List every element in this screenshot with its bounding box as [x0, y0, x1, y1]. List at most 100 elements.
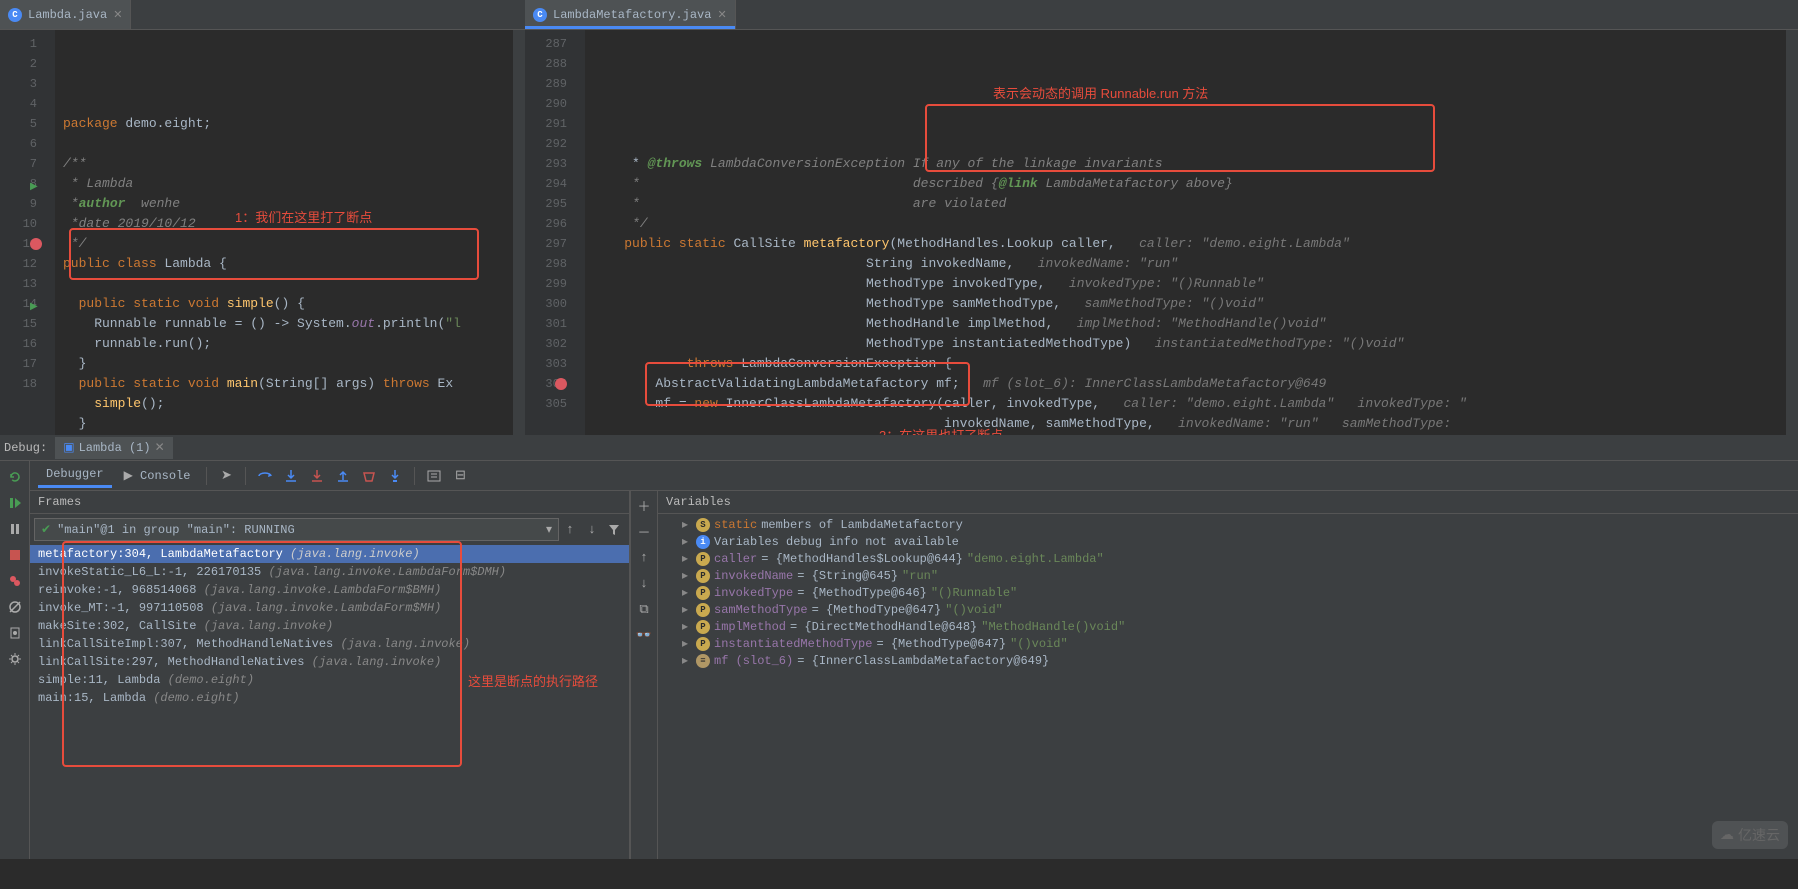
- code-line[interactable]: MethodHandle implMethod, implMethod: "Me…: [585, 314, 1786, 334]
- variable-row[interactable]: ▸S staticmembers of LambdaMetafactory: [662, 516, 1794, 533]
- code-line[interactable]: public static CallSite metafactory(Metho…: [585, 234, 1786, 254]
- mute-breakpoints-button[interactable]: [5, 597, 25, 617]
- close-icon[interactable]: ✕: [113, 8, 122, 22]
- step-out-button[interactable]: [332, 465, 354, 487]
- expand-icon[interactable]: ▸: [682, 653, 692, 668]
- variable-row[interactable]: ▸P caller = {MethodHandles$Lookup@644} "…: [662, 550, 1794, 567]
- code-line[interactable]: MethodType instantiatedMethodType) insta…: [585, 334, 1786, 354]
- code-line[interactable]: simple();: [55, 394, 513, 414]
- stack-frame[interactable]: main:15, Lambda (demo.eight): [30, 689, 629, 707]
- stack-frames-list[interactable]: metafactory:304, LambdaMetafactory (java…: [30, 545, 629, 859]
- stack-frame[interactable]: invokeStatic_L6_L:-1, 226170135 (java.la…: [30, 563, 629, 581]
- expand-icon[interactable]: ▸: [682, 602, 692, 617]
- move-up-button[interactable]: ↑: [634, 547, 654, 567]
- breakpoint-icon[interactable]: [555, 378, 567, 390]
- debugger-tab[interactable]: Debugger: [38, 463, 112, 488]
- console-tab[interactable]: ▶ Console: [116, 464, 199, 487]
- right-minimap[interactable]: [1786, 30, 1798, 435]
- force-step-into-button[interactable]: [306, 465, 328, 487]
- expand-icon[interactable]: ▸: [682, 551, 692, 566]
- code-line[interactable]: }: [55, 434, 513, 435]
- settings-button[interactable]: [5, 649, 25, 669]
- variable-row[interactable]: ▸iVariables debug info not available: [662, 533, 1794, 550]
- thread-selector[interactable]: ✔ "main"@1 in group "main": RUNNING ▾: [34, 518, 559, 541]
- stack-frame[interactable]: reinvoke:-1, 968514068 (java.lang.invoke…: [30, 581, 629, 599]
- view-breakpoints-button[interactable]: [5, 571, 25, 591]
- code-line[interactable]: }: [55, 414, 513, 434]
- code-line[interactable]: MethodType invokedType, invokedType: "()…: [585, 274, 1786, 294]
- rerun-button[interactable]: [5, 467, 25, 487]
- stack-frame[interactable]: linkCallSite:297, MethodHandleNatives (j…: [30, 653, 629, 671]
- code-line[interactable]: [55, 274, 513, 294]
- variable-row[interactable]: ▸P instantiatedMethodType = {MethodType@…: [662, 635, 1794, 652]
- run-to-cursor-button[interactable]: [384, 465, 406, 487]
- code-line[interactable]: String invokedName, invokedName: "run": [585, 254, 1786, 274]
- code-line[interactable]: }: [55, 354, 513, 374]
- move-down-button[interactable]: ↓: [634, 573, 654, 593]
- close-icon[interactable]: ✕: [717, 8, 726, 22]
- right-code[interactable]: 表示会动态的调用 Runnable.run 方法 2：在这里也打了断点 * @t…: [585, 30, 1786, 435]
- show-execution-point-button[interactable]: ➤: [215, 465, 237, 487]
- debug-config-tab[interactable]: ▣ Lambda (1) ✕: [55, 437, 172, 459]
- remove-watch-button[interactable]: －: [634, 521, 654, 541]
- stop-button[interactable]: [5, 545, 25, 565]
- trace-current-stream-chain-button[interactable]: ⊟: [449, 465, 471, 487]
- expand-icon[interactable]: ▸: [682, 619, 692, 634]
- code-line[interactable]: * described {@link LambdaMetafactory abo…: [585, 174, 1786, 194]
- stack-frame[interactable]: linkCallSiteImpl:307, MethodHandleNative…: [30, 635, 629, 653]
- expand-icon[interactable]: ▸: [682, 568, 692, 583]
- code-line[interactable]: invokedName, samMethodType, invokedName:…: [585, 414, 1786, 434]
- variable-row[interactable]: ▸P samMethodType = {MethodType@647} "()v…: [662, 601, 1794, 618]
- code-line[interactable]: */: [55, 234, 513, 254]
- code-line[interactable]: [55, 134, 513, 154]
- variable-row[interactable]: ▸P invokedType = {MethodType@646} "()Run…: [662, 584, 1794, 601]
- code-line[interactable]: package demo.eight;: [55, 114, 513, 134]
- tab-lambda[interactable]: C Lambda.java ✕: [0, 0, 131, 29]
- get-thread-dump-button[interactable]: [5, 623, 25, 643]
- step-over-button[interactable]: [254, 465, 276, 487]
- stack-frame[interactable]: metafactory:304, LambdaMetafactory (java…: [30, 545, 629, 563]
- code-line[interactable]: Runnable runnable = () -> System.out.pri…: [55, 314, 513, 334]
- variables-tree[interactable]: ▸S staticmembers of LambdaMetafactory▸iV…: [658, 514, 1798, 859]
- close-icon[interactable]: ✕: [155, 440, 165, 455]
- step-into-button[interactable]: [280, 465, 302, 487]
- show-watches-button[interactable]: 👓: [634, 625, 654, 645]
- new-watch-button[interactable]: ＋: [634, 495, 654, 515]
- expand-icon[interactable]: ▸: [682, 585, 692, 600]
- left-code[interactable]: 1：我们在这里打了断点 package demo.eight; /** * Lam…: [55, 30, 513, 435]
- filter-frames-button[interactable]: [603, 519, 625, 541]
- code-line[interactable]: throws LambdaConversionException {: [585, 354, 1786, 374]
- variable-row[interactable]: ▸P invokedName = {String@645} "run": [662, 567, 1794, 584]
- variable-row[interactable]: ▸P implMethod = {DirectMethodHandle@648}…: [662, 618, 1794, 635]
- tab-lambdametafactory[interactable]: C LambdaMetafactory.java ✕: [525, 0, 736, 29]
- expand-icon[interactable]: ▸: [682, 534, 692, 549]
- code-line[interactable]: AbstractValidatingLambdaMetafactory mf; …: [585, 374, 1786, 394]
- code-line[interactable]: runnable.run();: [55, 334, 513, 354]
- stack-frame[interactable]: makeSite:302, CallSite (java.lang.invoke…: [30, 617, 629, 635]
- left-minimap[interactable]: [513, 30, 525, 435]
- breakpoint-icon[interactable]: [30, 238, 42, 250]
- code-line[interactable]: /**: [55, 154, 513, 174]
- annot-1: 1：我们在这里打了断点: [235, 208, 372, 228]
- evaluate-expression-button[interactable]: [423, 465, 445, 487]
- pause-button[interactable]: [5, 519, 25, 539]
- code-line[interactable]: public static void main(String[] args) t…: [55, 374, 513, 394]
- code-line[interactable]: * Lambda: [55, 174, 513, 194]
- code-line[interactable]: public class Lambda {: [55, 254, 513, 274]
- code-line[interactable]: MethodType samMethodType, samMethodType:…: [585, 294, 1786, 314]
- code-line[interactable]: mf = new InnerClassLambdaMetafactory(cal…: [585, 394, 1786, 414]
- stack-frame[interactable]: invoke_MT:-1, 997110508 (java.lang.invok…: [30, 599, 629, 617]
- code-line[interactable]: * are violated: [585, 194, 1786, 214]
- next-frame-button[interactable]: ↓: [581, 519, 603, 541]
- expand-icon[interactable]: ▸: [682, 517, 692, 532]
- prev-frame-button[interactable]: ↑: [559, 519, 581, 541]
- duplicate-watch-button[interactable]: ⧉: [634, 599, 654, 619]
- code-line[interactable]: * @throws LambdaConversionException If a…: [585, 154, 1786, 174]
- resume-button[interactable]: [5, 493, 25, 513]
- expand-icon[interactable]: ▸: [682, 636, 692, 651]
- drop-frame-button[interactable]: [358, 465, 380, 487]
- code-line[interactable]: */: [585, 214, 1786, 234]
- code-line[interactable]: public static void simple() {: [55, 294, 513, 314]
- code-line[interactable]: implMethod, instantiatedMethodType, impl…: [585, 434, 1786, 435]
- variable-row[interactable]: ▸≡ mf (slot_6) = {InnerClassLambdaMetafa…: [662, 652, 1794, 669]
